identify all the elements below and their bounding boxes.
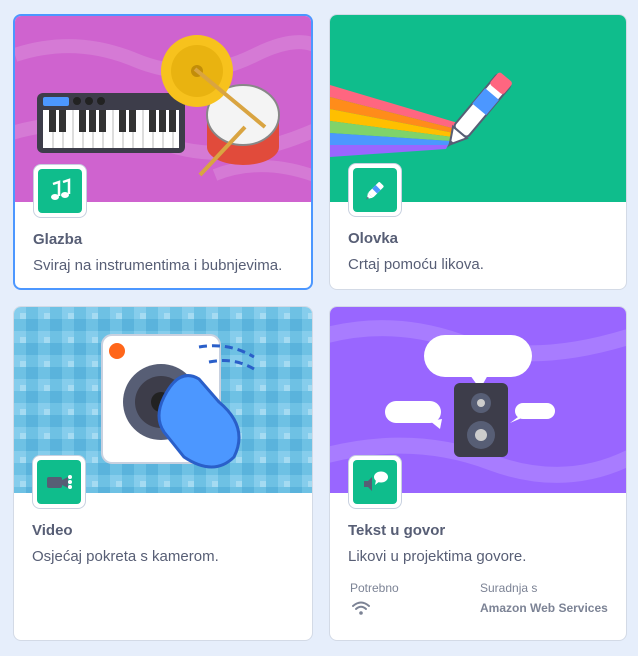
- extension-title: Tekst u govor: [348, 522, 446, 539]
- extension-description: Likovi u projektima govore.: [348, 548, 527, 565]
- extension-title: Olovka: [348, 230, 399, 247]
- video-camera-icon: [32, 455, 86, 509]
- extension-description: Sviraj na instrumentima i bubnjevima.: [33, 257, 283, 274]
- collaboration-label: Suradnja s: [480, 581, 538, 595]
- pen-icon: [348, 163, 402, 217]
- extension-card-music[interactable]: Glazba Sviraj na instrumentima i bubnjev…: [13, 14, 313, 290]
- extension-description: Crtaj pomoću likova.: [348, 256, 484, 273]
- extension-description: Osjećaj pokreta s kamerom.: [32, 548, 219, 565]
- music-notes-icon: [33, 164, 87, 218]
- extension-title: Video: [32, 522, 73, 539]
- extension-card-pen[interactable]: Olovka Crtaj pomoću likova.: [329, 14, 627, 290]
- extension-card-video[interactable]: Video Osjećaj pokreta s kamerom.: [13, 306, 313, 641]
- requires-label: Potrebno: [350, 581, 399, 595]
- extension-card-text2speech[interactable]: Tekst u govor Likovi u projektima govore…: [329, 306, 627, 641]
- speech-icon: [348, 455, 402, 509]
- wifi-icon: [352, 601, 370, 620]
- collaboration-value: Amazon Web Services: [480, 601, 608, 615]
- extension-title: Glazba: [33, 231, 83, 248]
